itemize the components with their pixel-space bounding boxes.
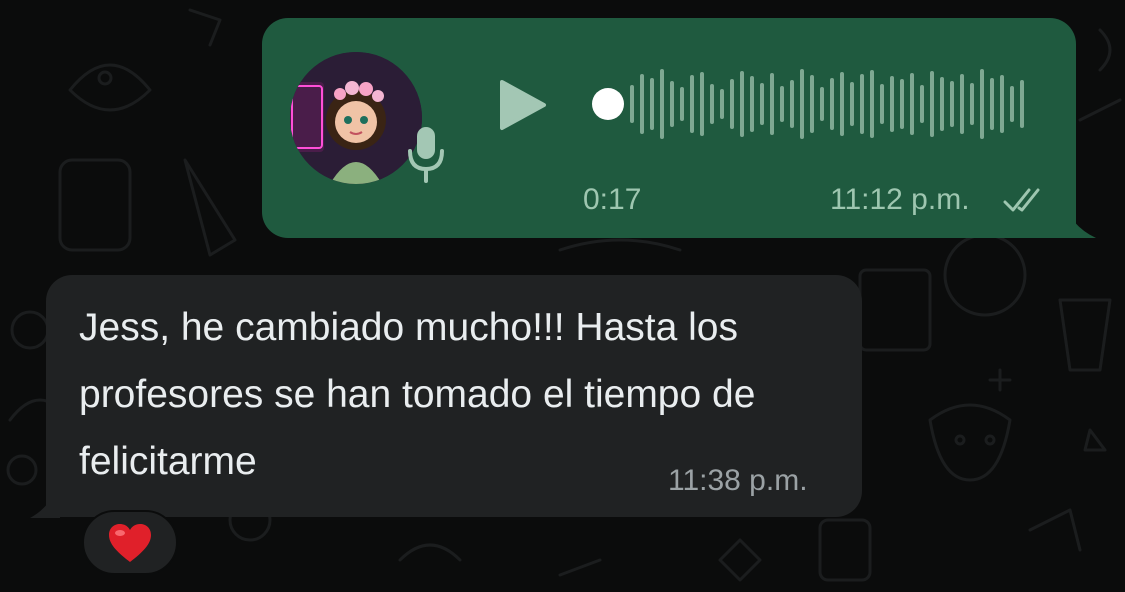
bubble-tail xyxy=(30,480,60,518)
microphone-icon xyxy=(408,127,444,183)
waveform-bar xyxy=(760,83,764,125)
waveform-bar xyxy=(650,78,654,130)
waveform-bar xyxy=(790,80,794,128)
playback-scrubber[interactable] xyxy=(592,88,624,120)
voice-timestamp: 11:12 p.m. xyxy=(830,183,970,216)
waveform-bar xyxy=(880,84,884,124)
waveform-bar xyxy=(840,72,844,136)
waveform-bar xyxy=(1020,80,1024,128)
waveform-bar xyxy=(930,71,934,137)
waveform-bar xyxy=(780,86,784,122)
waveform-bar xyxy=(910,73,914,135)
play-button[interactable] xyxy=(498,78,548,132)
waveform-bar xyxy=(960,74,964,134)
waveform-bar xyxy=(820,87,824,121)
waveform-bar xyxy=(990,78,994,130)
waveform-bar xyxy=(720,89,724,119)
waveform-bar xyxy=(690,75,694,133)
waveform-bar xyxy=(830,78,834,130)
double-check-icon xyxy=(1003,188,1040,212)
waveform-bar xyxy=(730,79,734,129)
waveform-bar xyxy=(940,77,944,131)
waveform-bar xyxy=(630,85,634,123)
waveform-bar xyxy=(870,70,874,138)
waveform-bar xyxy=(950,81,954,127)
waveform-bar xyxy=(1010,86,1014,122)
voice-duration: 0:17 xyxy=(583,183,642,216)
waveform-bar xyxy=(740,71,744,137)
waveform-bar xyxy=(890,76,894,132)
heart-emoji-icon xyxy=(109,523,151,562)
waveform-bar xyxy=(750,76,754,132)
waveform-bar xyxy=(670,81,674,127)
sender-avatar[interactable] xyxy=(290,52,422,184)
waveform-bar xyxy=(800,69,804,139)
waveform-bar xyxy=(980,69,984,139)
waveform-bar xyxy=(660,69,664,139)
waveform-bar xyxy=(810,75,814,133)
waveform-bar xyxy=(920,85,924,123)
waveform-bar xyxy=(710,84,714,124)
reaction-badge[interactable] xyxy=(82,510,178,575)
waveform-bar xyxy=(680,87,684,121)
waveform-bar xyxy=(900,79,904,129)
message-timestamp: 11:38 p.m. xyxy=(668,464,808,497)
waveform-bar xyxy=(970,83,974,125)
waveform-bar xyxy=(860,74,864,134)
waveform-bar xyxy=(770,73,774,135)
bubble-tail xyxy=(1060,196,1096,238)
waveform-bar xyxy=(850,82,854,126)
waveform-bar xyxy=(700,72,704,136)
waveform-bar xyxy=(640,74,644,134)
avatar-image xyxy=(290,52,422,184)
waveform-bar xyxy=(1000,75,1004,133)
audio-waveform[interactable] xyxy=(585,64,1030,140)
